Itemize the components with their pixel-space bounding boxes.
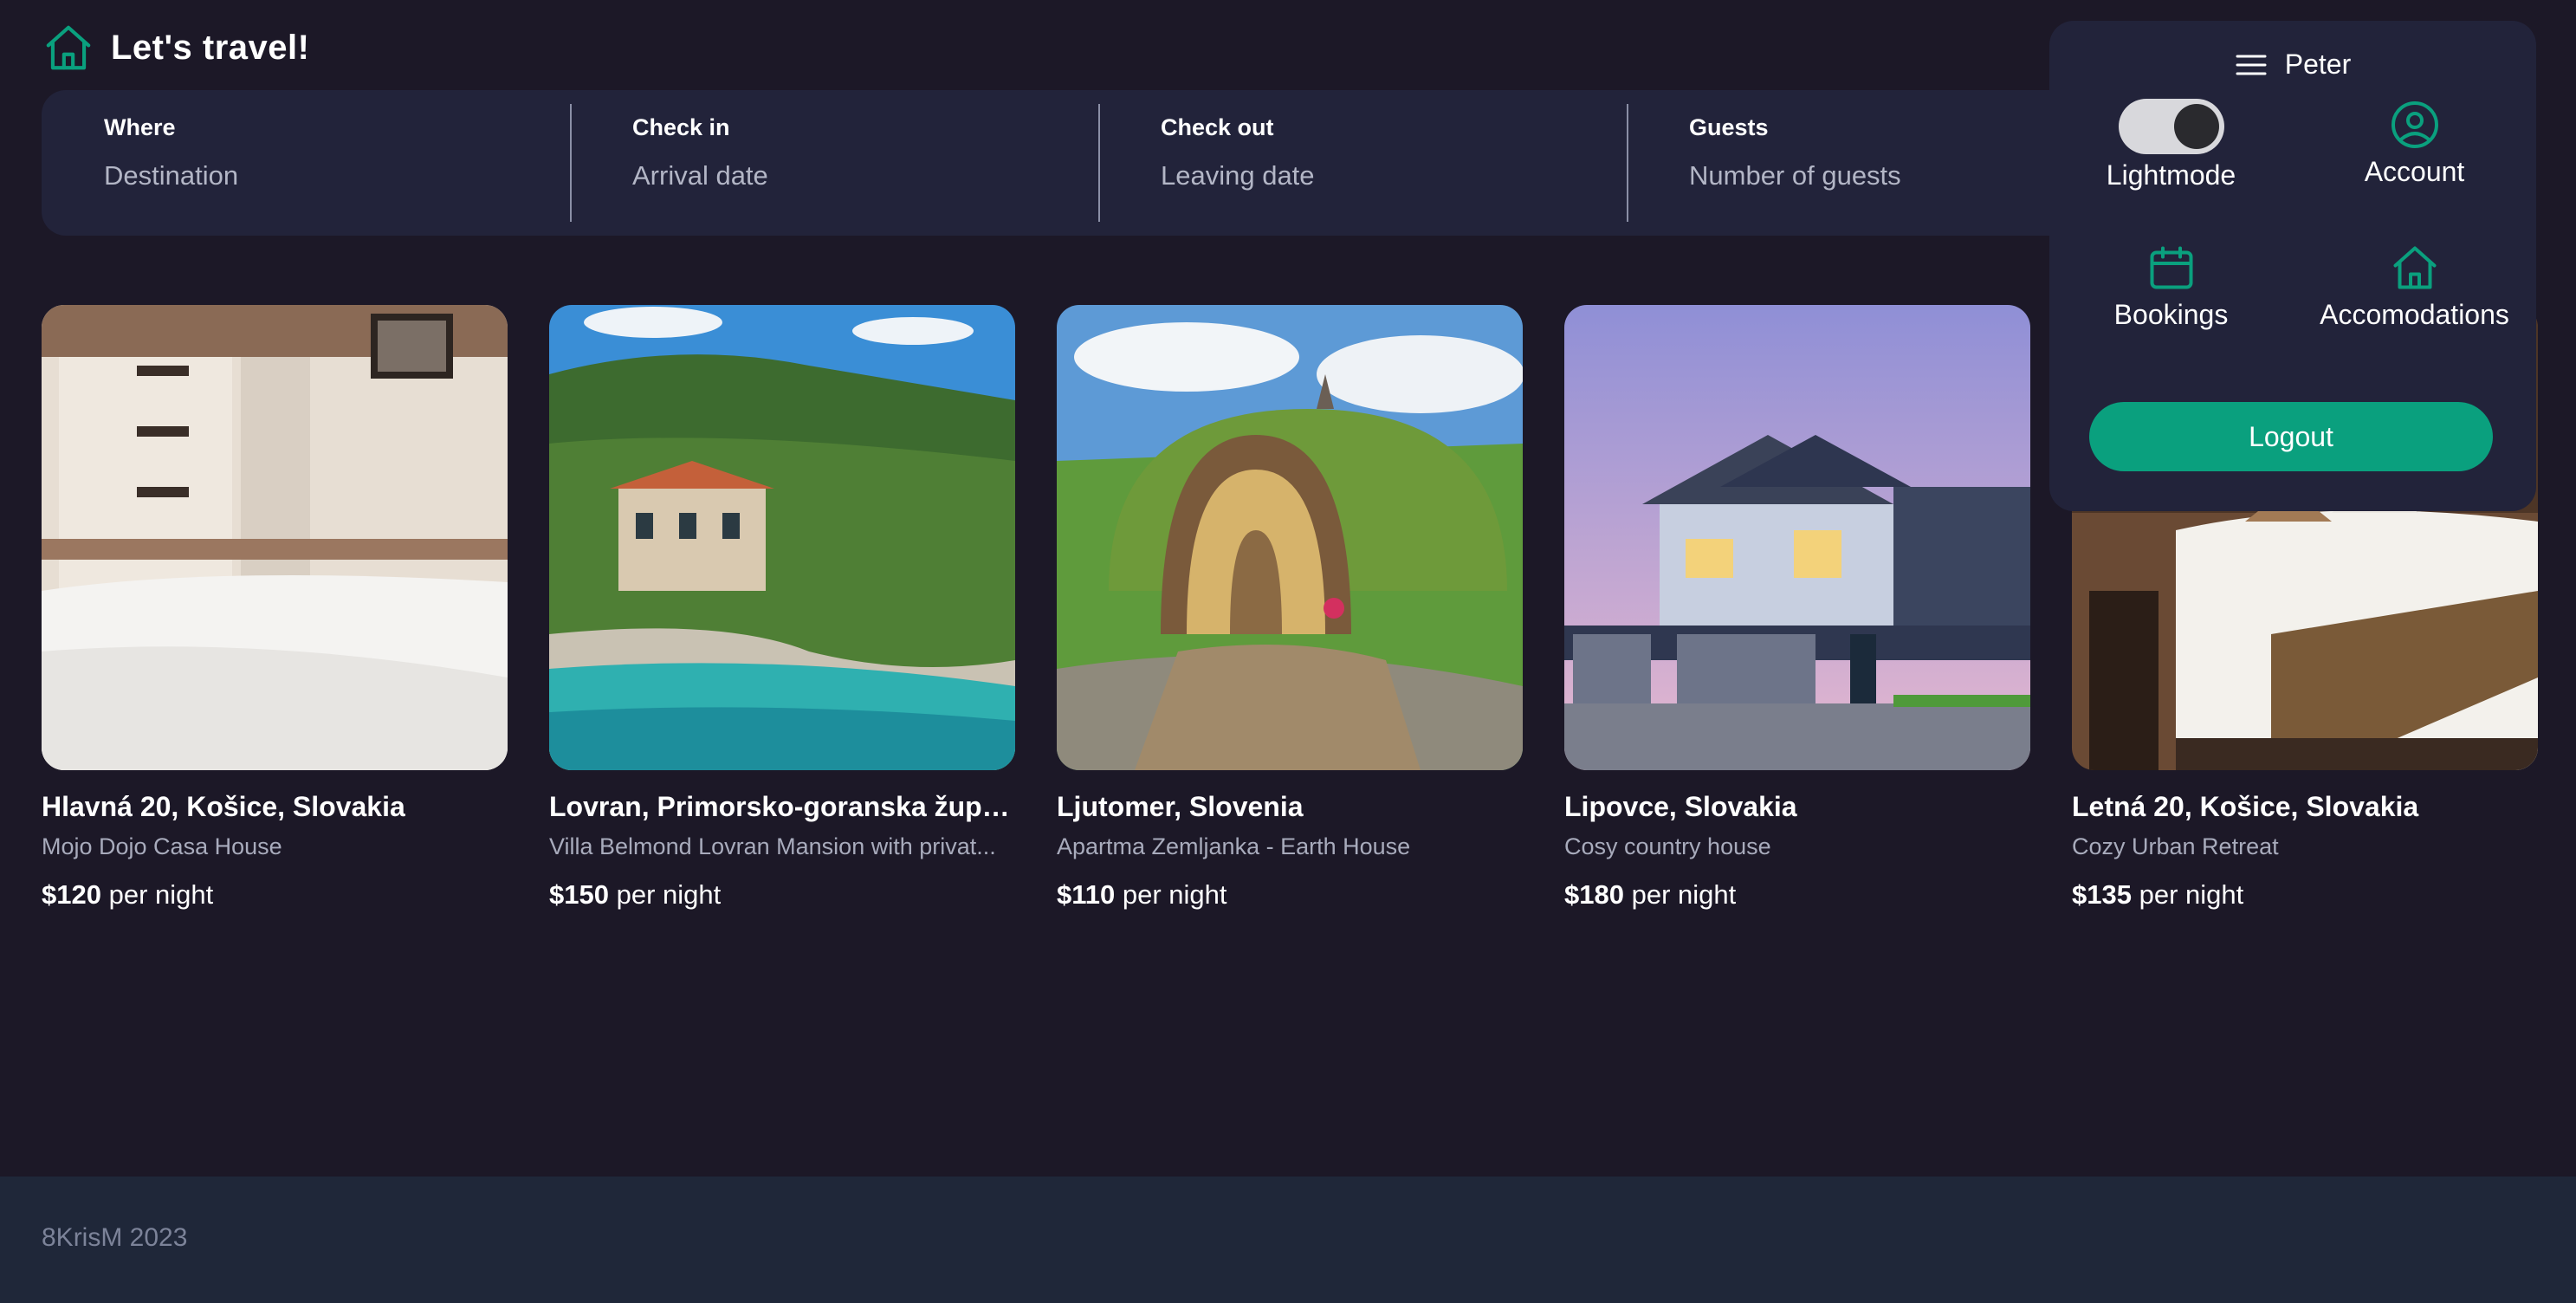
listing-card[interactable]: Hlavná 20, Košice, Slovakia Mojo Dojo Ca… <box>42 305 508 911</box>
home-icon <box>42 21 95 75</box>
checkin-label: Check in <box>632 114 730 140</box>
menu-item-bookings[interactable]: Bookings <box>2049 242 2293 331</box>
listing-price: $180 per night <box>1564 879 2030 911</box>
listing-location: Ljutomer, Slovenia <box>1057 791 1304 822</box>
listing-photo-earth-house[interactable] <box>1057 305 1523 770</box>
arrival-date-input[interactable] <box>632 160 1061 191</box>
listing-location: Lipovce, Slovakia <box>1564 791 1797 822</box>
footer-copyright: 8KrisM 2023 <box>42 1223 188 1252</box>
app-title: Let's travel! <box>111 28 310 67</box>
search-bar: Where Check in Check out Guests <box>42 90 2155 236</box>
listing-card[interactable]: Lipovce, Slovakia Cosy country house $18… <box>1564 305 2030 911</box>
menu-item-account[interactable]: Account <box>2293 99 2536 191</box>
listing-name: Cosy country house <box>1564 833 1771 859</box>
user-circle-icon <box>2389 99 2441 151</box>
brand[interactable]: Let's travel! <box>42 21 309 75</box>
menu-item-lightmode[interactable]: Lightmode <box>2049 99 2293 191</box>
footer: 8KrisM 2023 <box>0 1177 2576 1303</box>
user-menu: Peter Lightmode Account Bookings Accomod… <box>2049 21 2536 511</box>
listing-card[interactable]: Ljutomer, Slovenia Apartma Zemljanka - E… <box>1057 305 1523 911</box>
calendar-icon <box>2146 242 2197 294</box>
checkout-label: Check out <box>1161 114 1274 140</box>
listing-photo-country-house[interactable] <box>1564 305 2030 770</box>
hamburger-icon[interactable] <box>2235 52 2268 78</box>
price-amount: $135 <box>2072 879 2132 910</box>
leaving-date-input[interactable] <box>1161 160 1589 191</box>
price-amount: $150 <box>549 879 609 910</box>
listing-price: $150 per night <box>549 879 1015 911</box>
listing-location: Letná 20, Košice, Slovakia <box>2072 791 2419 822</box>
menu-item-label: Accomodations <box>2320 299 2509 330</box>
menu-item-label: Account <box>2364 156 2465 187</box>
listing-price: $110 per night <box>1057 879 1523 911</box>
price-unit: per night <box>1122 879 1227 910</box>
search-checkout[interactable]: Check out <box>1098 90 1627 236</box>
listing-card[interactable]: Lovran, Primorsko-goranska župan... Vill… <box>549 305 1015 911</box>
price-amount: $120 <box>42 879 101 910</box>
listing-price: $120 per night <box>42 879 508 911</box>
user-menu-header[interactable]: Peter <box>2049 49 2536 81</box>
price-unit: per night <box>108 879 214 910</box>
listing-name: Cozy Urban Retreat <box>2072 833 2279 859</box>
listing-location: Hlavná 20, Košice, Slovakia <box>42 791 405 822</box>
menu-item-label: Bookings <box>2113 299 2229 330</box>
listing-photo-bedroom[interactable] <box>42 305 508 770</box>
price-unit: per night <box>1631 879 1737 910</box>
listing-location: Lovran, Primorsko-goranska župan... <box>549 791 1015 822</box>
home-icon <box>2389 242 2441 294</box>
listing-price: $135 per night <box>2072 879 2538 911</box>
price-amount: $110 <box>1057 879 1116 910</box>
search-checkin[interactable]: Check in <box>570 90 1098 236</box>
lightmode-toggle[interactable] <box>2118 99 2224 154</box>
search-where[interactable]: Where <box>42 90 570 236</box>
logout-button[interactable]: Logout <box>2089 402 2493 471</box>
where-label: Where <box>104 114 176 140</box>
price-amount: $180 <box>1564 879 1624 910</box>
listing-photo-villa[interactable] <box>549 305 1015 770</box>
menu-grid: Lightmode Account Bookings Accomodations <box>2049 99 2536 331</box>
price-unit: per night <box>2139 879 2244 910</box>
user-name: Peter <box>2284 49 2352 80</box>
listing-name: Apartma Zemljanka - Earth House <box>1057 833 1411 859</box>
price-unit: per night <box>616 879 722 910</box>
menu-item-accomodations[interactable]: Accomodations <box>2293 242 2536 331</box>
toggle-knob <box>2173 104 2219 149</box>
destination-input[interactable] <box>104 160 533 191</box>
listing-name: Villa Belmond Lovran Mansion with privat… <box>549 833 996 859</box>
listing-name: Mojo Dojo Casa House <box>42 833 282 859</box>
menu-item-label: Lightmode <box>2106 159 2236 191</box>
